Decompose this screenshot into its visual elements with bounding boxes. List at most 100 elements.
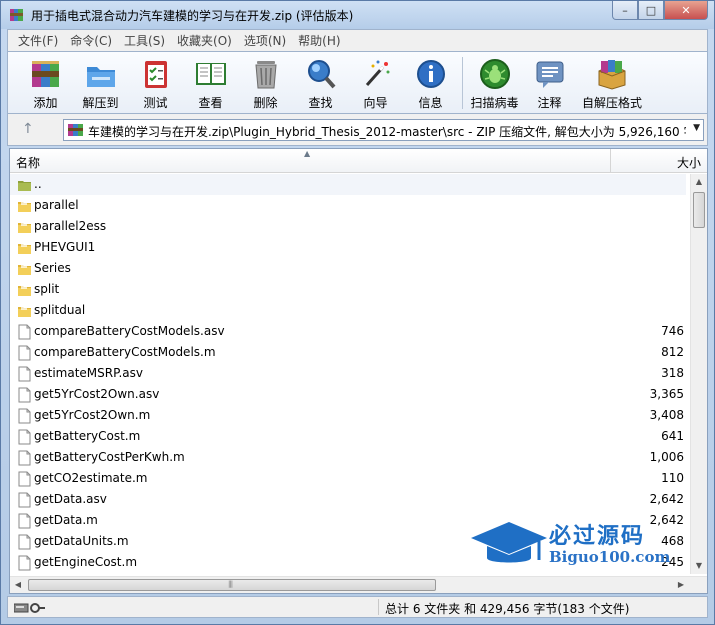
file-name: parallel: [34, 198, 79, 212]
column-name[interactable]: 名称: [16, 154, 40, 171]
folder-row[interactable]: split: [10, 279, 686, 300]
trash-can-icon: [248, 56, 284, 92]
delete-button[interactable]: 删除: [238, 52, 293, 112]
folder-row[interactable]: splitdual: [10, 300, 686, 321]
file-name: get5YrCost2Own.asv: [34, 387, 160, 401]
file-row[interactable]: getBatteryCostPerKwh.m 1,006: [10, 447, 686, 468]
file-icon: [18, 450, 31, 466]
file-row[interactable]: get5YrCost2Own.asv 3,365: [10, 384, 686, 405]
file-icon: [18, 555, 31, 571]
menu-commands[interactable]: 命令(C): [64, 32, 118, 49]
scroll-up-arrow-icon[interactable]: ▲: [691, 174, 707, 190]
file-name: estimateMSRP.asv: [34, 366, 144, 380]
folder-icon: [18, 306, 31, 317]
file-name: compareBatteryCostModels.m: [34, 345, 216, 359]
extract-to-button[interactable]: 解压到: [73, 52, 128, 112]
file-size: 641: [661, 429, 684, 443]
wizard-button[interactable]: 向导: [348, 52, 403, 112]
file-row[interactable]: compareBatteryCostModels.asv 746: [10, 321, 686, 342]
winrar-app-icon[interactable]: [9, 7, 25, 23]
watermark-text-cn: 必过源码: [549, 524, 646, 549]
status-bar: 总计 6 文件夹 和 429,456 字节(183 个文件): [7, 596, 708, 618]
folder-row[interactable]: parallel: [10, 195, 686, 216]
scroll-grip-icon: |||: [228, 580, 233, 588]
info-icon: [413, 56, 449, 92]
title-bar: 用于插电式混合动力汽车建模的学习与在开发.zip (评估版本) – □ ✕: [1, 1, 714, 29]
magic-wand-icon: [358, 56, 394, 92]
file-row[interactable]: getBatteryCost.m 641: [10, 426, 686, 447]
up-one-level-icon[interactable]: ↑: [22, 121, 34, 137]
file-icon: [18, 513, 31, 529]
sfx-box-icon: [594, 56, 630, 92]
comment-icon: [532, 56, 568, 92]
test-button[interactable]: 测试: [128, 52, 183, 112]
drive-key-icon[interactable]: [14, 602, 46, 614]
watermark-text-en: Biguo100.com: [549, 548, 671, 566]
info-button[interactable]: 信息: [403, 52, 458, 112]
menu-favorites[interactable]: 收藏夹(O): [171, 32, 238, 49]
file-name: ..: [34, 177, 42, 191]
virus-scan-button[interactable]: 扫描病毒: [467, 52, 522, 112]
file-row[interactable]: estimateMSRP.asv 318: [10, 363, 686, 384]
zip-archive-icon: [68, 124, 83, 136]
magnifier-icon: [303, 56, 339, 92]
minimize-button[interactable]: –: [612, 1, 638, 20]
sfx-button[interactable]: 自解压格式: [577, 52, 647, 112]
close-button[interactable]: ✕: [664, 1, 708, 20]
menu-help[interactable]: 帮助(H): [292, 32, 346, 49]
vertical-scroll-thumb[interactable]: [693, 192, 705, 228]
file-row[interactable]: getCO2estimate.m 110: [10, 468, 686, 489]
sort-ascending-icon: ▲: [304, 149, 311, 158]
watermark-logo: 必过源码 Biguo100.com: [469, 516, 689, 572]
menu-tools[interactable]: 工具(S): [118, 32, 171, 49]
folder-row[interactable]: Series: [10, 258, 686, 279]
path-field[interactable]: 车建模的学习与在开发.zip\Plugin_Hybrid_Thesis_2012…: [63, 119, 704, 141]
test-label: 测试: [143, 96, 168, 110]
column-header: 名称 ▲ 大小: [10, 149, 707, 173]
file-row[interactable]: compareBatteryCostModels.m 812: [10, 342, 686, 363]
file-size: 3,365: [649, 387, 684, 401]
file-name: getData.m: [34, 513, 98, 527]
folder-icon: [18, 222, 31, 233]
column-size[interactable]: 大小: [610, 149, 707, 173]
menu-options[interactable]: 选项(N): [238, 32, 292, 49]
file-name: PHEVGUI1: [34, 240, 96, 254]
parent-folder-row[interactable]: ..: [10, 174, 686, 195]
file-row[interactable]: get5YrCost2Own.m 3,408: [10, 405, 686, 426]
file-size: 110: [661, 471, 684, 485]
file-name: getDataUnits.m: [34, 534, 129, 548]
file-name: splitdual: [34, 303, 86, 317]
find-button[interactable]: 查找: [293, 52, 348, 112]
book-icon: [193, 56, 229, 92]
vertical-scrollbar[interactable]: ▲ ▼: [690, 174, 707, 574]
file-row[interactable]: getData.asv 2,642: [10, 489, 686, 510]
file-icon: [18, 492, 31, 508]
file-icon: [18, 429, 31, 445]
file-icon: [18, 408, 31, 424]
file-name: get5YrCost2Own.m: [34, 408, 151, 422]
address-bar: ↑ 车建模的学习与在开发.zip\Plugin_Hybrid_Thesis_20…: [7, 114, 708, 146]
dropdown-arrow-icon[interactable]: ▼: [693, 123, 700, 133]
view-label: 查看: [198, 96, 223, 110]
comment-button[interactable]: 注释: [522, 52, 577, 112]
menu-file[interactable]: 文件(F): [12, 32, 64, 49]
file-icon: [18, 366, 31, 382]
horizontal-scrollbar[interactable]: ◀ ||| ▶: [10, 576, 707, 593]
checklist-icon: [138, 56, 174, 92]
wizard-label: 向导: [363, 96, 388, 110]
folder-extract-icon: [83, 56, 119, 92]
file-name: getCO2estimate.m: [34, 471, 148, 485]
file-rows: .. parallel parallel2ess PHEVGUI1 Series spli…: [10, 174, 686, 573]
view-button[interactable]: 查看: [183, 52, 238, 112]
add-label: 添加: [33, 96, 58, 110]
scroll-right-arrow-icon[interactable]: ▶: [673, 577, 689, 593]
folder-row[interactable]: PHEVGUI1: [10, 237, 686, 258]
bug-icon: [477, 56, 513, 92]
add-button[interactable]: 添加: [18, 52, 73, 112]
maximize-button[interactable]: □: [638, 1, 664, 20]
graduation-cap-icon: [471, 522, 547, 563]
folder-row[interactable]: parallel2ess: [10, 216, 686, 237]
folder-icon: [18, 264, 31, 275]
scroll-left-arrow-icon[interactable]: ◀: [10, 577, 26, 593]
scroll-down-arrow-icon[interactable]: ▼: [691, 558, 707, 574]
